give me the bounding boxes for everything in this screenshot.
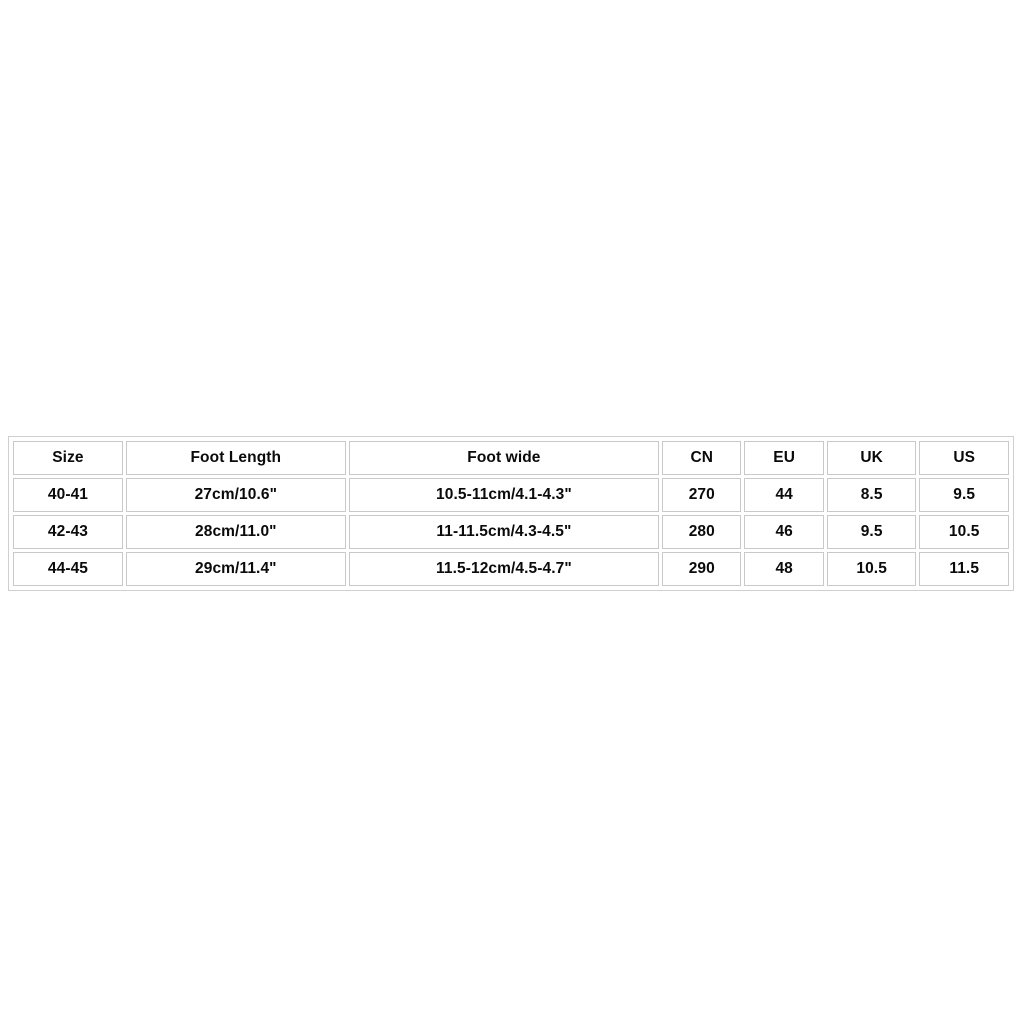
size-chart-container: Size Foot Length Foot wide CN EU UK US 4…: [8, 436, 1014, 591]
page-canvas: Size Foot Length Foot wide CN EU UK US 4…: [0, 0, 1024, 1024]
cell-us: 9.5: [919, 478, 1009, 512]
cell-size: 42-43: [13, 515, 123, 549]
shoe-size-chart-table: Size Foot Length Foot wide CN EU UK US 4…: [10, 438, 1012, 589]
cell-foot-length: 29cm/11.4": [125, 552, 346, 586]
cell-foot-wide: 10.5-11cm/4.1-4.3": [348, 478, 660, 512]
column-header-us: US: [919, 441, 1009, 475]
cell-eu: 44: [744, 478, 824, 512]
cell-uk: 10.5: [826, 552, 917, 586]
cell-uk: 8.5: [826, 478, 917, 512]
table-row: 40-41 27cm/10.6" 10.5-11cm/4.1-4.3" 270 …: [13, 478, 1009, 512]
table-header-row: Size Foot Length Foot wide CN EU UK US: [13, 441, 1009, 475]
cell-foot-length: 27cm/10.6": [125, 478, 346, 512]
cell-us: 11.5: [919, 552, 1009, 586]
cell-foot-wide: 11.5-12cm/4.5-4.7": [348, 552, 660, 586]
cell-size: 44-45: [13, 552, 123, 586]
cell-cn: 270: [662, 478, 742, 512]
column-header-eu: EU: [744, 441, 824, 475]
cell-cn: 280: [662, 515, 742, 549]
column-header-size: Size: [13, 441, 123, 475]
cell-eu: 48: [744, 552, 824, 586]
cell-us: 10.5: [919, 515, 1009, 549]
column-header-foot-length: Foot Length: [125, 441, 346, 475]
column-header-cn: CN: [662, 441, 742, 475]
table-row: 42-43 28cm/11.0" 11-11.5cm/4.3-4.5" 280 …: [13, 515, 1009, 549]
cell-uk: 9.5: [826, 515, 917, 549]
column-header-foot-wide: Foot wide: [348, 441, 660, 475]
cell-foot-wide: 11-11.5cm/4.3-4.5": [348, 515, 660, 549]
cell-eu: 46: [744, 515, 824, 549]
column-header-uk: UK: [826, 441, 917, 475]
cell-size: 40-41: [13, 478, 123, 512]
cell-cn: 290: [662, 552, 742, 586]
table-row: 44-45 29cm/11.4" 11.5-12cm/4.5-4.7" 290 …: [13, 552, 1009, 586]
cell-foot-length: 28cm/11.0": [125, 515, 346, 549]
